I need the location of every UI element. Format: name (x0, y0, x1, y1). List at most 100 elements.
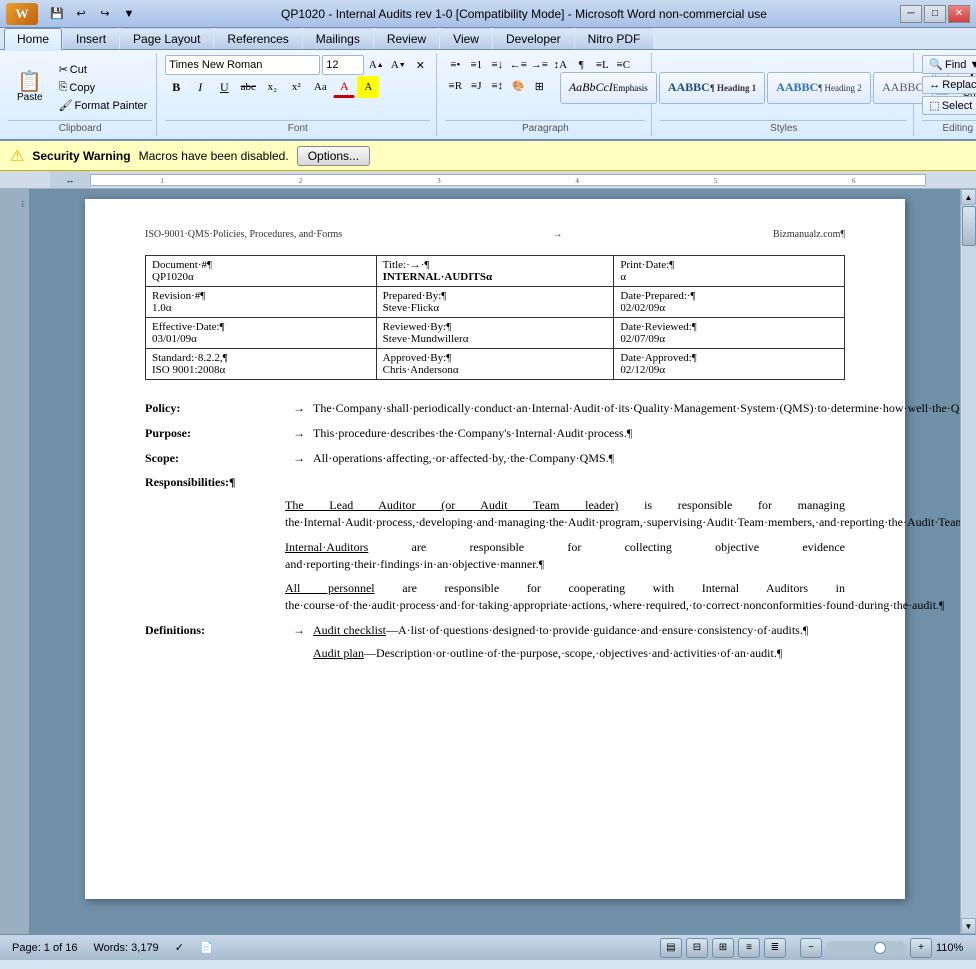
tab-mailings[interactable]: Mailings (303, 28, 373, 49)
clear-format-button[interactable]: ✕ (410, 55, 430, 75)
internal-auditors-detail: are responsible for collecting objective… (285, 540, 845, 571)
cell-label: Reviewed·By:¶ (383, 321, 608, 333)
scroll-up-button[interactable]: ▲ (961, 189, 976, 205)
audit-checklist-def: —A·list·of·questions·designed·to·provide… (386, 623, 808, 637)
bold-button[interactable]: B (165, 76, 187, 98)
minimize-button[interactable]: ─ (900, 5, 922, 23)
ribbon-tab-bar: Home Insert Page Layout References Maili… (0, 28, 976, 49)
all-personnel-detail: are responsible for cooperating with Int… (285, 581, 944, 612)
responsibilities-label: Responsibilities:¶ (145, 474, 845, 491)
cell-value: 02/02/09α (620, 302, 838, 314)
font-grow-button[interactable]: A▲ (366, 55, 386, 75)
style-emphasis[interactable]: AaBbCcI Emphasis (560, 72, 657, 104)
tab-home[interactable]: Home (4, 28, 62, 51)
zoom-in-button[interactable]: + (910, 938, 932, 958)
justify-button[interactable]: ≡J (466, 76, 486, 96)
margin-marker: 1 (21, 199, 26, 209)
select-icon: ⬚ (929, 99, 939, 112)
ribbon-group-styles: AaBbCcI Emphasis AABBC ¶ Heading 1 AABBC… (654, 53, 914, 136)
replace-button[interactable]: ↔ Replace (922, 76, 976, 94)
qat-customize[interactable]: ▼ (118, 4, 140, 24)
font-shrink-button[interactable]: A▼ (388, 55, 408, 75)
increase-indent-button[interactable]: →≡ (529, 55, 549, 75)
cell-value: Steve·Flickα (383, 302, 608, 314)
style-heading1[interactable]: AABBC ¶ Heading 1 (659, 72, 765, 104)
definitions-arrow: → (293, 622, 305, 662)
underline-button[interactable]: U (213, 76, 235, 98)
paste-button[interactable]: 📋 Paste (8, 56, 52, 120)
scope-text: All·operations·affecting,·or·affected·by… (313, 450, 845, 467)
scroll-track[interactable] (961, 205, 976, 918)
view-full-reading-button[interactable]: ⊟ (686, 938, 708, 958)
copy-button[interactable]: ⎘ Copy (54, 79, 153, 96)
tab-nitropdf[interactable]: Nitro PDF (575, 28, 654, 49)
policy-label: Policy: (145, 400, 285, 417)
tab-page-layout[interactable]: Page Layout (120, 28, 213, 49)
style-heading2[interactable]: AABBC ¶ Heading 2 (767, 72, 871, 104)
app-logo: W (16, 6, 29, 22)
table-row: Revision·#¶ 1.0α Prepared·By:¶ Steve·Fli… (146, 287, 845, 318)
ribbon-group-font: A▲ A▼ ✕ B I U abc x₂ x² Aa A A Font (159, 53, 437, 136)
format-painter-button[interactable]: 🖌 Format Painter (54, 97, 153, 114)
responsibility-bullet-3: All personnel are responsible for cooper… (285, 580, 845, 614)
maximize-button[interactable]: □ (924, 5, 946, 23)
superscript-button[interactable]: x² (285, 76, 307, 98)
header-left: ISO-9001·QMS·Policies, Procedures, and·F… (145, 229, 342, 240)
view-outline-button[interactable]: ≡ (738, 938, 760, 958)
tab-view[interactable]: View (440, 28, 492, 49)
tab-developer[interactable]: Developer (493, 28, 574, 49)
policy-paragraph: Policy: → The·Company·shall·periodically… (145, 400, 845, 417)
view-web-layout-button[interactable]: ⊞ (712, 938, 734, 958)
line-spacing-button[interactable]: ≡↕ (487, 76, 507, 96)
document-info-table: Document·#¶ QP1020α Title:·→·¶ INTERNAL·… (145, 255, 845, 380)
qat-save[interactable]: 💾 (46, 4, 68, 24)
change-case-button[interactable]: Aa (309, 76, 331, 98)
font-color-button[interactable]: A (333, 76, 355, 98)
find-icon: 🔍 (929, 58, 943, 71)
font-size-combo[interactable] (322, 55, 364, 75)
scroll-down-button[interactable]: ▼ (961, 918, 976, 934)
cut-button[interactable]: ✂ Cut (54, 61, 153, 78)
tab-insert[interactable]: Insert (63, 28, 119, 49)
qat-redo[interactable]: ↪ (94, 4, 116, 24)
close-button[interactable]: ✕ (948, 5, 970, 23)
strikethrough-button[interactable]: abc (237, 76, 259, 98)
cell-label: Date·Reviewed:¶ (620, 321, 838, 333)
qat-undo[interactable]: ↩ (70, 4, 92, 24)
tab-references[interactable]: References (214, 28, 301, 49)
paste-label: Paste (17, 92, 43, 103)
security-icon: ⚠ (10, 146, 24, 166)
purpose-paragraph: Purpose: → This·procedure·describes·the·… (145, 425, 845, 442)
document-scroll-area[interactable]: ISO-9001·QMS·Policies, Procedures, and·F… (30, 189, 960, 934)
scroll-thumb[interactable] (962, 206, 976, 246)
border-button[interactable]: ⊞ (529, 76, 549, 96)
cell-label: Date·Prepared:·¶ (620, 290, 838, 302)
italic-button[interactable]: I (189, 76, 211, 98)
zoom-out-button[interactable]: − (800, 938, 822, 958)
zoom-slider[interactable] (826, 941, 906, 955)
find-button[interactable]: 🔍 Find ▼ (922, 55, 976, 74)
highlight-color-button[interactable]: A (357, 76, 379, 98)
view-print-button[interactable]: ▤ (660, 938, 682, 958)
align-right-button[interactable]: ≡R (445, 76, 465, 96)
view-draft-button[interactable]: ≣ (764, 938, 786, 958)
replace-icon: ↔ (929, 79, 940, 91)
cell-value: 02/07/09α (620, 333, 838, 345)
numbered-list-button[interactable]: ≡1 (466, 55, 486, 75)
font-row-1: A▲ A▼ ✕ (165, 55, 430, 75)
responsibility-bullet-2: Internal·Auditors are responsible for co… (285, 539, 845, 573)
window-controls: ─ □ ✕ (900, 5, 970, 23)
multilevel-list-button[interactable]: ≡↓ (487, 55, 507, 75)
options-button[interactable]: Options... (297, 146, 370, 166)
editing-content: 🔍 Find ▼ ↔ Replace ⬚ Select ▼ (922, 55, 976, 120)
cell-value-bold: INTERNAL·AUDITSα (383, 271, 608, 283)
decrease-indent-button[interactable]: ←≡ (508, 55, 528, 75)
shading-button[interactable]: 🎨 (508, 76, 528, 96)
audit-plan-def: —Description·or·outline·of·the·purpose,·… (364, 646, 782, 660)
font-name-combo[interactable] (165, 55, 320, 75)
definition-item-1: Audit checklist—A·list·of·questions·desi… (313, 622, 845, 639)
bullet-list-button[interactable]: ≡• (445, 55, 465, 75)
subscript-button[interactable]: x₂ (261, 76, 283, 98)
select-button[interactable]: ⬚ Select ▼ (922, 96, 976, 115)
tab-review[interactable]: Review (374, 28, 439, 49)
